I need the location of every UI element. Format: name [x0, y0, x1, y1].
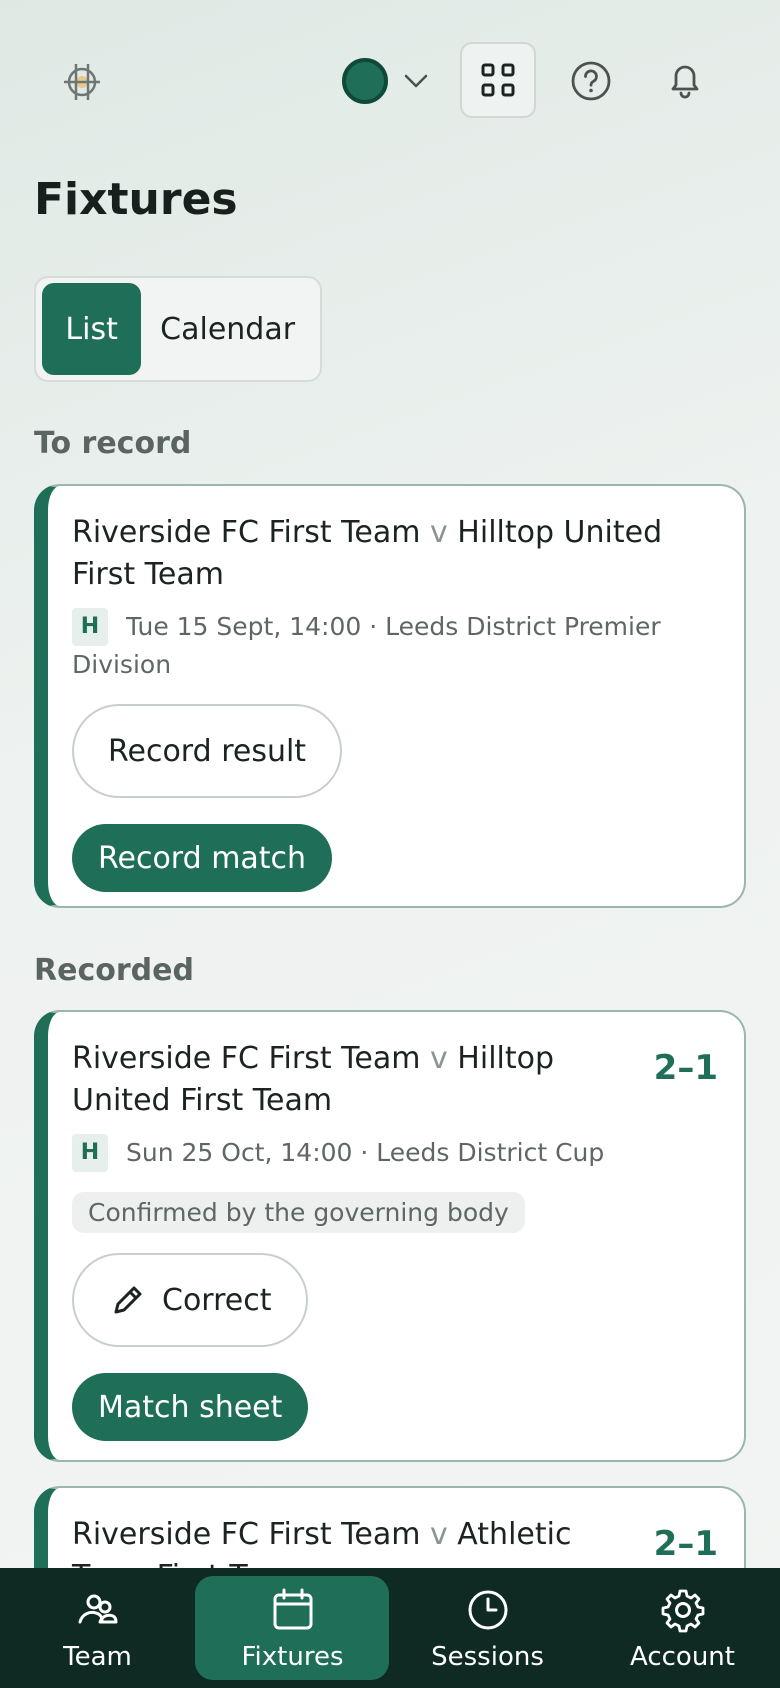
nav-label: Team: [63, 1642, 132, 1672]
page-title: Fixtures: [34, 174, 238, 225]
nav-label: Fixtures: [241, 1642, 344, 1672]
nav-item-sessions[interactable]: Sessions: [390, 1568, 585, 1688]
versus-label: v: [429, 1041, 448, 1076]
match-score: 2–1: [653, 1048, 718, 1088]
correct-button[interactable]: Correct: [72, 1253, 308, 1347]
nav-item-account[interactable]: Account: [585, 1568, 780, 1688]
nav-item-team[interactable]: Team: [0, 1568, 195, 1688]
fixture-meta: H Sun 25 Oct, 14:00 · Leeds District Cup: [72, 1134, 718, 1172]
pencil-icon: [114, 1286, 142, 1314]
club-switcher[interactable]: [342, 58, 434, 104]
record-match-button[interactable]: Record match: [72, 824, 333, 892]
app-logo-icon[interactable]: [60, 60, 104, 104]
match-score: 2–1: [653, 1524, 718, 1564]
match-sheet-button[interactable]: Match sheet: [72, 1373, 309, 1441]
help-icon[interactable]: [570, 60, 612, 102]
status-badge: Confirmed by the governing body: [72, 1192, 525, 1233]
fixture-card[interactable]: Riverside FC First Team v Hilltop United…: [34, 1010, 746, 1462]
nav-item-fixtures[interactable]: Fixtures: [195, 1568, 390, 1688]
grid-icon: [481, 63, 515, 97]
home-badge: H: [72, 608, 108, 646]
notifications-bell-icon[interactable]: [664, 58, 706, 102]
match-title: Riverside FC First Team v Hilltop United…: [72, 512, 718, 596]
home-team: Riverside FC First Team: [72, 1517, 421, 1552]
correct-label: Correct: [162, 1282, 272, 1318]
home-team: Riverside FC First Team: [72, 1041, 421, 1076]
record-result-label: Record result: [108, 733, 307, 769]
fixture-date-competition: Tue 15 Sept, 14:00 · Leeds District Prem…: [72, 612, 661, 679]
record-result-button[interactable]: Record result: [72, 704, 343, 798]
team-icon: [78, 1594, 117, 1624]
club-avatar: [342, 58, 388, 104]
nav-label: Account: [630, 1642, 735, 1672]
calendar-icon: [273, 1588, 312, 1630]
chevron-down-icon: [404, 74, 428, 88]
record-match-label: Record match: [98, 840, 307, 876]
calendar-view-tab[interactable]: Calendar: [141, 283, 314, 375]
match-title: Riverside FC First Team v Hilltop United…: [72, 1038, 718, 1122]
top-bar: [0, 0, 780, 160]
section-heading-recorded: Recorded: [34, 953, 194, 988]
match-sheet-label: Match sheet: [98, 1389, 283, 1425]
versus-label: v: [429, 515, 448, 550]
bottom-navigation: Team Fixtures Sessions Account: [0, 1568, 780, 1688]
clock-icon: [468, 1590, 507, 1630]
fixture-card[interactable]: Riverside FC First Team v Hilltop United…: [34, 484, 746, 908]
fixture-meta: H Tue 15 Sept, 14:00 · Leeds District Pre…: [72, 608, 718, 684]
nav-label: Sessions: [431, 1642, 544, 1672]
home-team: Riverside FC First Team: [72, 515, 421, 550]
fixture-date-competition: Sun 25 Oct, 14:00 · Leeds District Cup: [126, 1138, 605, 1167]
list-view-tab[interactable]: List: [42, 283, 142, 375]
gear-icon: [661, 1589, 704, 1633]
view-toggle: List Calendar: [34, 276, 322, 382]
section-heading-to-record: To record: [34, 426, 192, 461]
versus-label: v: [429, 1517, 448, 1552]
apps-grid-button[interactable]: [460, 42, 536, 118]
home-badge: H: [72, 1134, 108, 1172]
